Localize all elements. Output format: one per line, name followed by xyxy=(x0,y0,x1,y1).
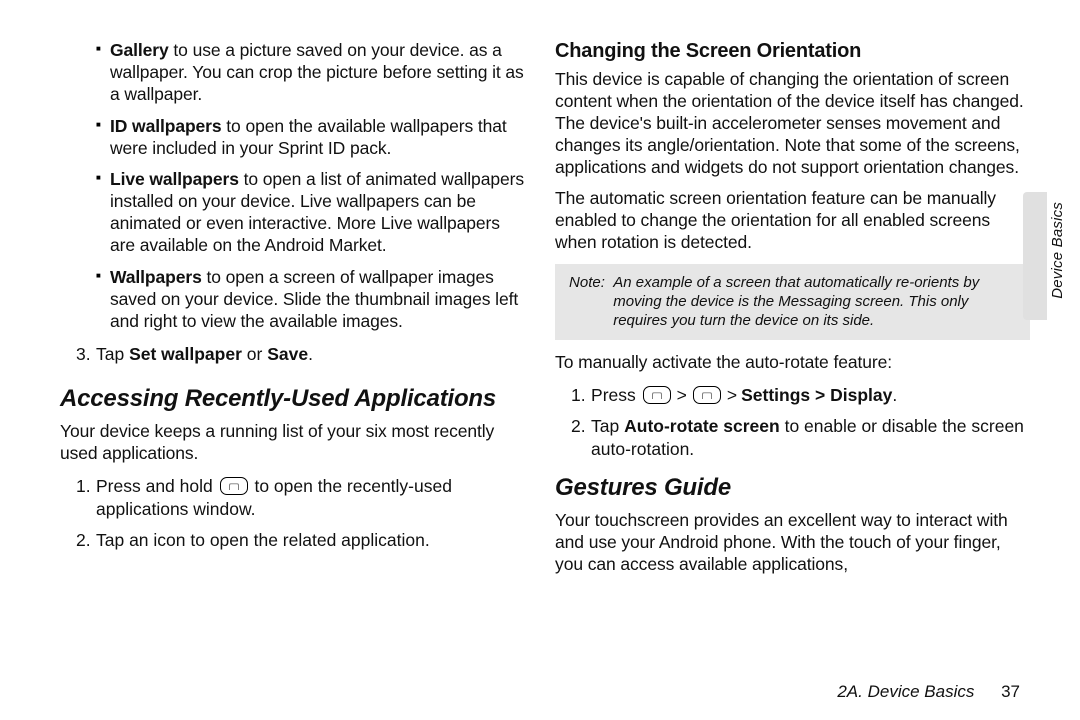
home-key-icon xyxy=(643,386,671,404)
step-text-pre: Press xyxy=(591,385,641,405)
wallpaper-options-list: Gallery to use a picture saved on your d… xyxy=(60,40,525,333)
option-label: Wallpapers xyxy=(110,267,202,287)
home-key-icon xyxy=(220,477,248,495)
menu-key-icon xyxy=(693,386,721,404)
list-item: Wallpapers to open a screen of wallpaper… xyxy=(60,267,525,333)
option-label: ID wallpapers xyxy=(110,116,222,136)
heading-gestures: Gestures Guide xyxy=(555,474,1030,502)
step-text-mid: or xyxy=(242,344,267,364)
step-text-pre: Press and hold xyxy=(96,476,218,496)
step-1: 1. Press and hold to open the recently-u… xyxy=(60,475,525,521)
gestures-intro: Your touchscreen provides an excellent w… xyxy=(555,510,1030,576)
option-label: Gallery xyxy=(110,40,169,60)
step-3: 3. Tap Set wallpaper or Save. xyxy=(60,343,525,366)
thumb-tab-label: Device Basics xyxy=(1049,202,1066,299)
page: Gallery to use a picture saved on your d… xyxy=(0,0,1080,720)
step-bold: Auto-rotate screen xyxy=(624,416,780,436)
right-column: Changing the Screen Orientation This dev… xyxy=(555,40,1030,586)
thumb-tab xyxy=(1023,192,1047,320)
nav-path: Settings > Display xyxy=(741,385,892,405)
orientation-step-2: 2. Tap Auto-rotate screen to enable or d… xyxy=(555,415,1030,461)
step-bold-2: Save xyxy=(267,344,308,364)
list-item: Gallery to use a picture saved on your d… xyxy=(60,40,525,106)
note-box: Note: An example of a screen that automa… xyxy=(555,264,1030,340)
heading-recent-apps: Accessing Recently-Used Applications xyxy=(60,385,525,413)
page-footer: 2A. Device Basics 37 xyxy=(837,682,1020,702)
orientation-step-1: 1. Press >>Settings > Display. xyxy=(555,384,1030,407)
step-text-pre: Tap xyxy=(96,344,129,364)
left-column: Gallery to use a picture saved on your d… xyxy=(60,40,525,586)
step-number: 1. xyxy=(571,384,586,407)
step-text-post: . xyxy=(308,344,313,364)
option-label: Live wallpapers xyxy=(110,169,239,189)
manual-activate-intro: To manually activate the auto-rotate fea… xyxy=(555,352,1030,374)
note-label: Note: xyxy=(569,274,609,293)
note-body: An example of a screen that automaticall… xyxy=(613,274,1010,330)
chevron-right-icon: > xyxy=(723,385,741,405)
chevron-right-icon: > xyxy=(673,385,691,405)
step-number: 3. xyxy=(76,343,91,366)
page-number: 37 xyxy=(979,682,1020,701)
option-desc: to use a picture saved on your device. a… xyxy=(110,40,524,104)
footer-section: 2A. Device Basics xyxy=(837,682,974,701)
orientation-p1: This device is capable of changing the o… xyxy=(555,69,1030,178)
list-item: Live wallpapers to open a list of animat… xyxy=(60,169,525,257)
orientation-p2: The automatic screen orientation feature… xyxy=(555,188,1030,254)
step-2: 2. Tap an icon to open the related appli… xyxy=(60,529,525,552)
recent-apps-intro: Your device keeps a running list of your… xyxy=(60,421,525,465)
step-text-pre: Tap xyxy=(591,416,624,436)
step-number: 2. xyxy=(571,415,586,438)
heading-orientation: Changing the Screen Orientation xyxy=(555,40,1030,63)
step-number: 2. xyxy=(76,529,91,552)
two-column-layout: Gallery to use a picture saved on your d… xyxy=(60,40,1030,586)
list-item: ID wallpapers to open the available wall… xyxy=(60,116,525,160)
step-text-post: . xyxy=(892,385,897,405)
step-number: 1. xyxy=(76,475,91,498)
step-text: Tap an icon to open the related applicat… xyxy=(96,530,430,550)
step-bold-1: Set wallpaper xyxy=(129,344,242,364)
